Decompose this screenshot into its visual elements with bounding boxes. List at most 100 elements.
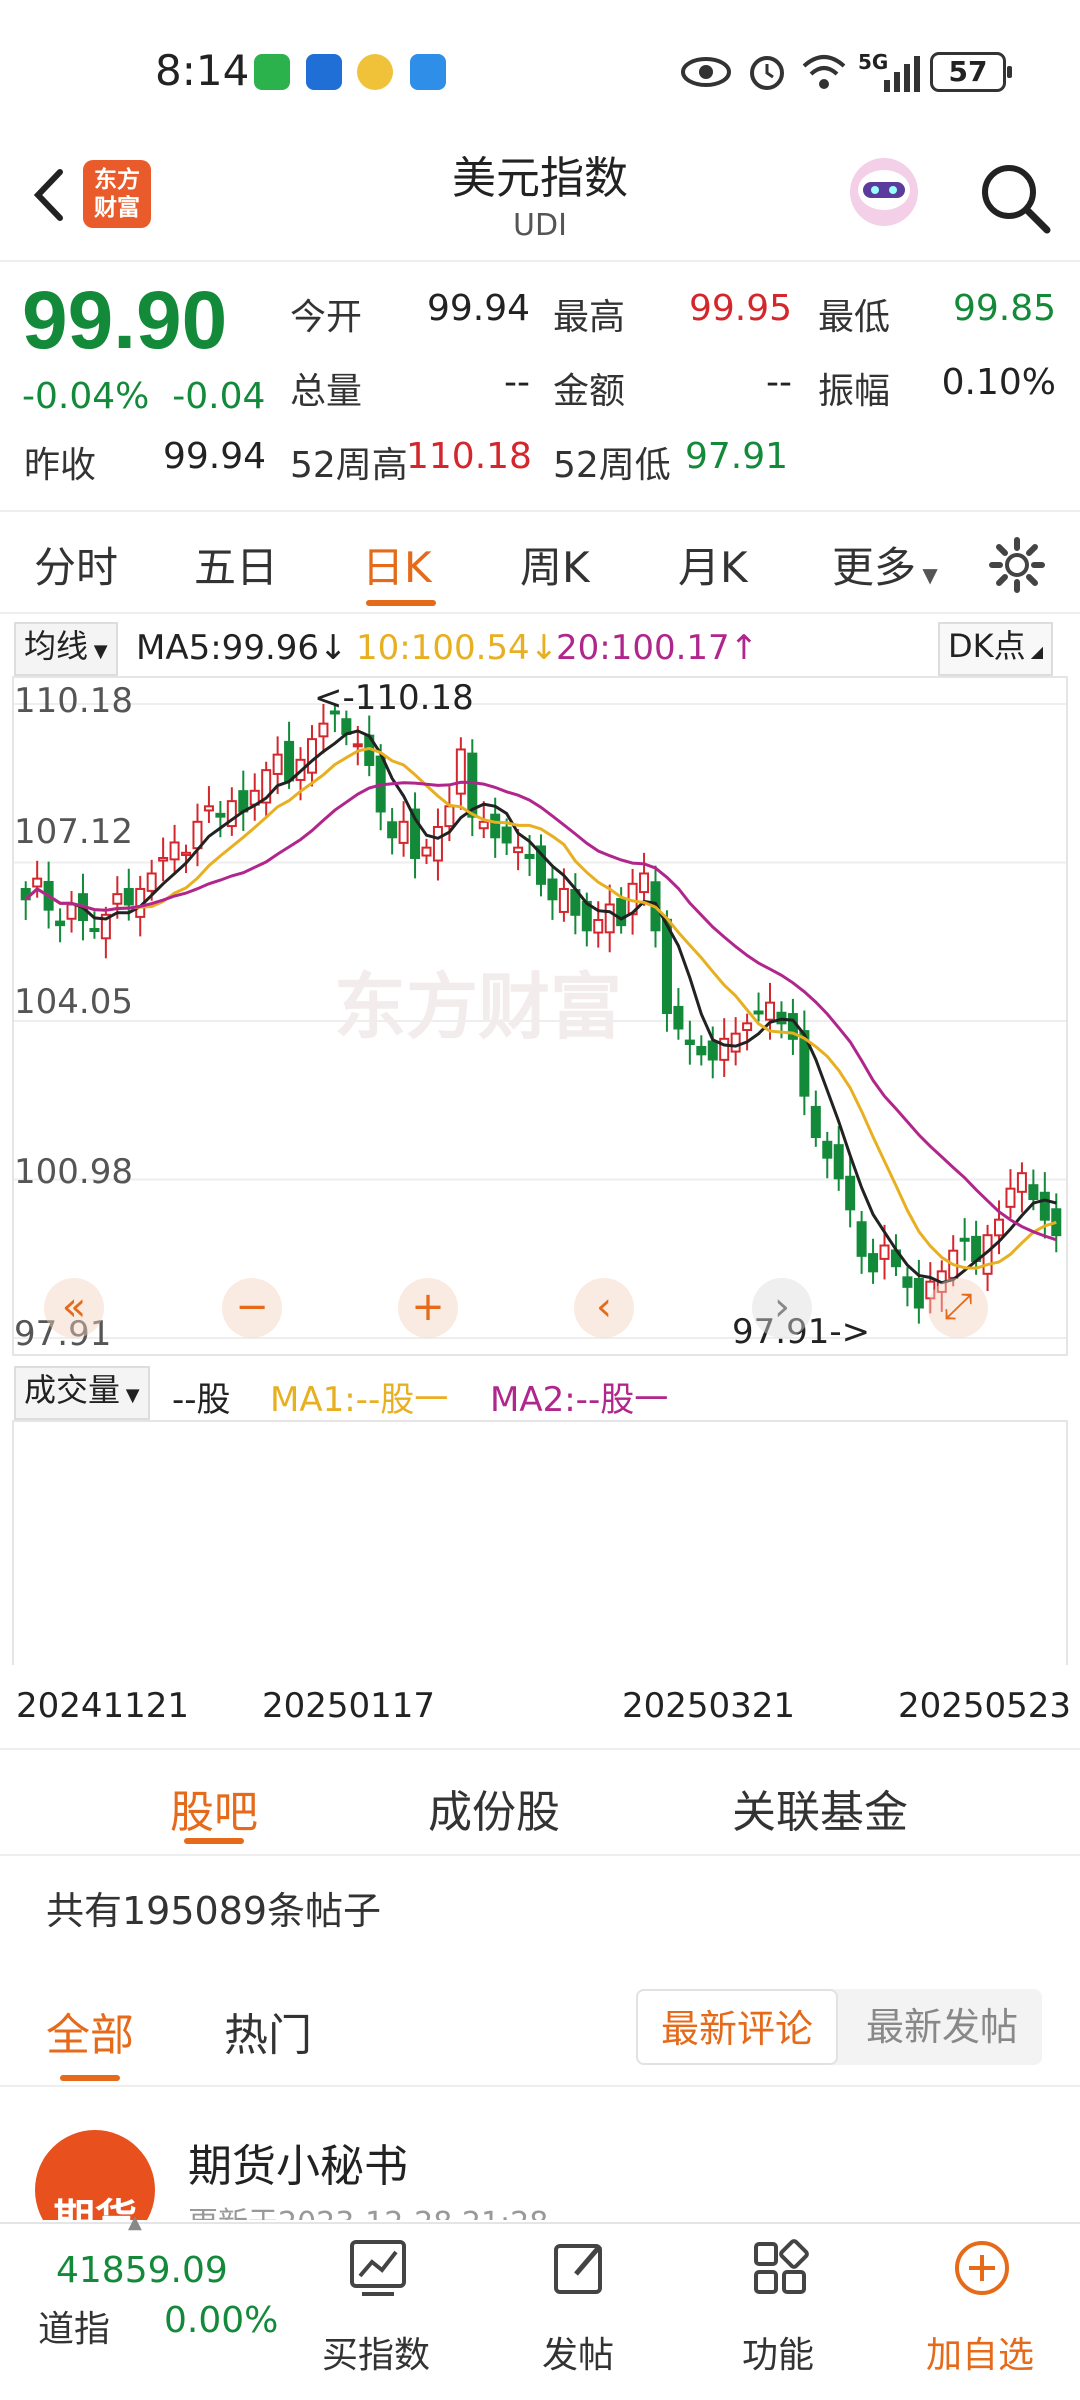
tab-hot[interactable]: 热门 (224, 1999, 312, 2063)
expand-up-icon: ▲ (128, 2212, 142, 2233)
candle (1028, 1184, 1039, 1201)
edit-icon (554, 2244, 602, 2294)
back-arrow-icon[interactable] (20, 160, 80, 230)
scroll-right-button[interactable]: › (752, 1278, 812, 1338)
amplitude-label: 振幅 (818, 371, 891, 412)
tab-constituents[interactable]: 成份股 (428, 1776, 560, 1840)
search-app-icon (410, 54, 446, 90)
quote-panel: 99.90 -0.04% -0.04 今开 99.94 最高 99.95 最低 … (0, 264, 1080, 512)
house-app-icon (357, 54, 393, 90)
sort-latest-comment[interactable]: 最新评论 (636, 1989, 838, 2065)
signal-icon (884, 56, 920, 92)
candle (215, 812, 226, 818)
y-tick-label: 104.05 (14, 982, 133, 1022)
candle (272, 753, 283, 775)
scroll-left-button[interactable]: ‹ (574, 1278, 634, 1338)
x-tick-label: 20250523 (898, 1686, 1072, 1726)
week52-low-label: 52周低 (553, 445, 671, 486)
candle (856, 1221, 867, 1257)
index-ticker[interactable]: 41859.09 道指 0.00% ▲ (0, 2212, 300, 2400)
fullscreen-button[interactable]: ⤢ (928, 1278, 988, 1338)
candle (845, 1175, 856, 1211)
zoom-out-button[interactable]: − (222, 1278, 282, 1338)
post-count: 共有195089条帖子 (46, 1889, 382, 1933)
ai-assistant-icon[interactable] (845, 154, 923, 234)
high-label: 最高 (553, 297, 626, 338)
fast-back-button[interactable]: « (44, 1278, 104, 1338)
tab-five-day[interactable]: 五日 (194, 534, 278, 595)
tab-guba[interactable]: 股吧 (170, 1776, 258, 1840)
amount-label: 金额 (553, 371, 626, 412)
tab-more[interactable]: 更多 ▼ (832, 534, 938, 595)
price-change: -0.04% -0.04 (22, 376, 265, 417)
candle (387, 821, 398, 839)
ma5-value: MA5:99.96 (136, 628, 320, 668)
active-tab-indicator (366, 600, 436, 606)
post-updated-time: 更新于2023-12-28 21:28 (188, 2198, 548, 2220)
candle (730, 1032, 741, 1053)
candle (822, 1140, 833, 1159)
tab-all[interactable]: 全部 (46, 1999, 134, 2063)
zoom-in-button[interactable]: + (398, 1278, 458, 1338)
dk-point-button[interactable]: DK点 ◢ (938, 622, 1054, 676)
search-icon[interactable] (975, 158, 1055, 238)
candle (765, 1001, 776, 1021)
volume-label: 总量 (290, 371, 363, 412)
x-axis-dates: 20241121 20250117 20250321 20250523 (0, 1666, 1080, 1750)
ma10-value: 10:100.54 (356, 628, 530, 668)
down-arrow-icon: ↓ (319, 628, 348, 668)
volume-value: -- (504, 362, 530, 403)
candle (994, 1218, 1005, 1237)
sort-latest-post[interactable]: 最新发帖 (842, 1989, 1042, 2065)
post-author[interactable]: 期货小秘书 (188, 2130, 408, 2194)
indicator-selector[interactable]: 均线 ▼ (14, 622, 118, 676)
vol-ma1: MA1:--股一 (270, 1380, 449, 1420)
week52-high-value: 110.18 (406, 436, 532, 477)
kline-chart[interactable]: 东方财富 110.18 107.12 104.05 100.98 97.91 <… (12, 676, 1068, 1356)
prev-close-label: 昨收 (24, 445, 97, 486)
watermark-logo: 东方财富 (334, 965, 623, 1049)
week52-low-value: 97.91 (685, 436, 789, 477)
x-tick-label: 20241121 (16, 1686, 190, 1726)
high-value: 99.95 (688, 288, 792, 329)
candle (398, 820, 409, 844)
add-watchlist-label: 加自选 (925, 2335, 1034, 2376)
candle (158, 856, 169, 862)
avatar[interactable]: 期货 (35, 2130, 155, 2220)
corner-caret-icon: ◢ (1025, 642, 1044, 661)
tab-weekly-k[interactable]: 周K (520, 534, 590, 595)
volume-indicator-selector[interactable]: 成交量 ▼ (14, 1366, 150, 1420)
function-label: 功能 (741, 2335, 814, 2376)
brand-logo[interactable]: 东方财富 (83, 160, 151, 228)
ma5-label: MA5:99.96↓ (136, 628, 348, 668)
page-subtitle: UDI (513, 208, 567, 243)
y-tick-label: 110.18 (14, 681, 133, 721)
caret-down-icon: ▼ (88, 641, 108, 662)
candle (558, 887, 569, 913)
tab-intraday[interactable]: 分时 (34, 534, 118, 595)
ma20-label: 20:100.17↑ (556, 628, 758, 668)
amount-value: -- (766, 362, 792, 403)
candle (352, 743, 363, 748)
post-label: 发帖 (541, 2335, 614, 2376)
candle (696, 1045, 707, 1056)
tab-monthly-k[interactable]: 月K (678, 534, 748, 595)
volume-unit: --股 (172, 1380, 231, 1420)
candle (868, 1253, 879, 1273)
tab-daily-k[interactable]: 日K (362, 534, 432, 595)
amplitude-value: 0.10% (941, 362, 1056, 403)
volume-chart[interactable] (12, 1420, 1068, 1665)
chart-trend-icon (350, 2240, 406, 2296)
candle (181, 851, 192, 857)
battery-indicator: 57 (930, 52, 1012, 92)
x-tick-label: 20250321 (622, 1686, 796, 1726)
tab-related-funds[interactable]: 关联基金 (732, 1776, 908, 1840)
y-tick-label: 100.98 (14, 1152, 133, 1192)
forum-tabs: 股吧 成份股 关联基金 (0, 1752, 1080, 1856)
settings-gear-icon[interactable] (988, 536, 1046, 594)
grid-apps-icon (754, 2239, 809, 2294)
candle (810, 1105, 821, 1139)
wifi-icon (802, 55, 846, 89)
indicator-selector-label: 均线 (24, 627, 89, 665)
candle (432, 825, 443, 862)
